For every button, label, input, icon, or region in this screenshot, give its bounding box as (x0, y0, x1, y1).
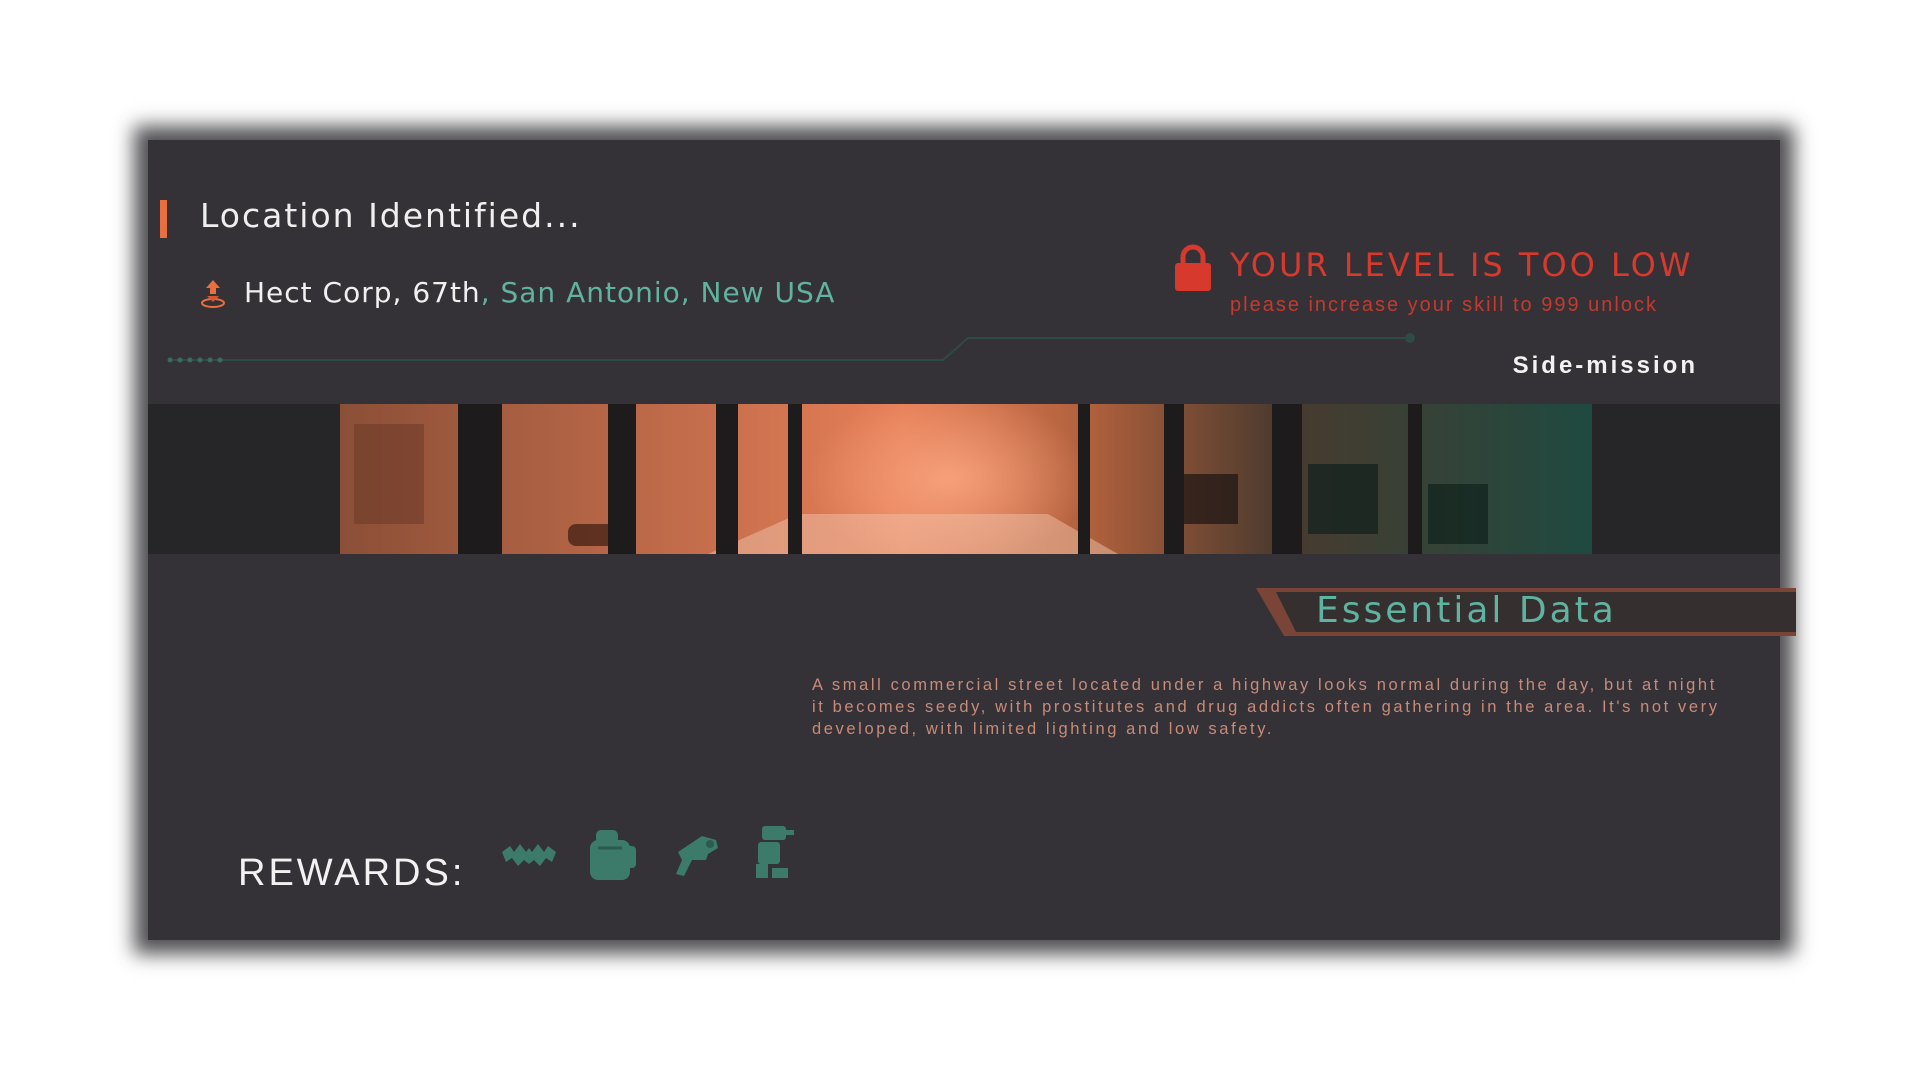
location-description: A small commercial street located under … (812, 676, 1720, 738)
rewards-label: REWARDS: (238, 852, 466, 894)
level-warning-subtitle: please increase your skill to 999 unlock (1230, 294, 1658, 316)
mission-type-label: Side-mission (1512, 352, 1698, 379)
location-pin-icon (201, 279, 225, 308)
lock-icon (1175, 244, 1211, 291)
location-line: Hect Corp, 67th, San Antonio, New USA (200, 276, 835, 309)
mission-panel: Location Identified... Hect Corp, 67th, … (148, 140, 1796, 940)
level-warning-title: YOUR LEVEL IS TOO LOW (1230, 246, 1694, 284)
gun-icon (676, 836, 718, 876)
location-name: Hect Corp, 67th (244, 276, 481, 309)
title-accent-bar (160, 200, 167, 238)
robot-icon (756, 826, 794, 878)
page-title: Location Identified... (200, 196, 582, 235)
location-city: , San Antonio, New USA (480, 276, 836, 309)
location-banner-image (148, 404, 1780, 554)
essential-data-header: Essential Data (1256, 588, 1796, 636)
essential-data-label: Essential Data (1316, 590, 1617, 631)
bat-icon (502, 844, 556, 866)
backpack-icon (590, 830, 636, 880)
